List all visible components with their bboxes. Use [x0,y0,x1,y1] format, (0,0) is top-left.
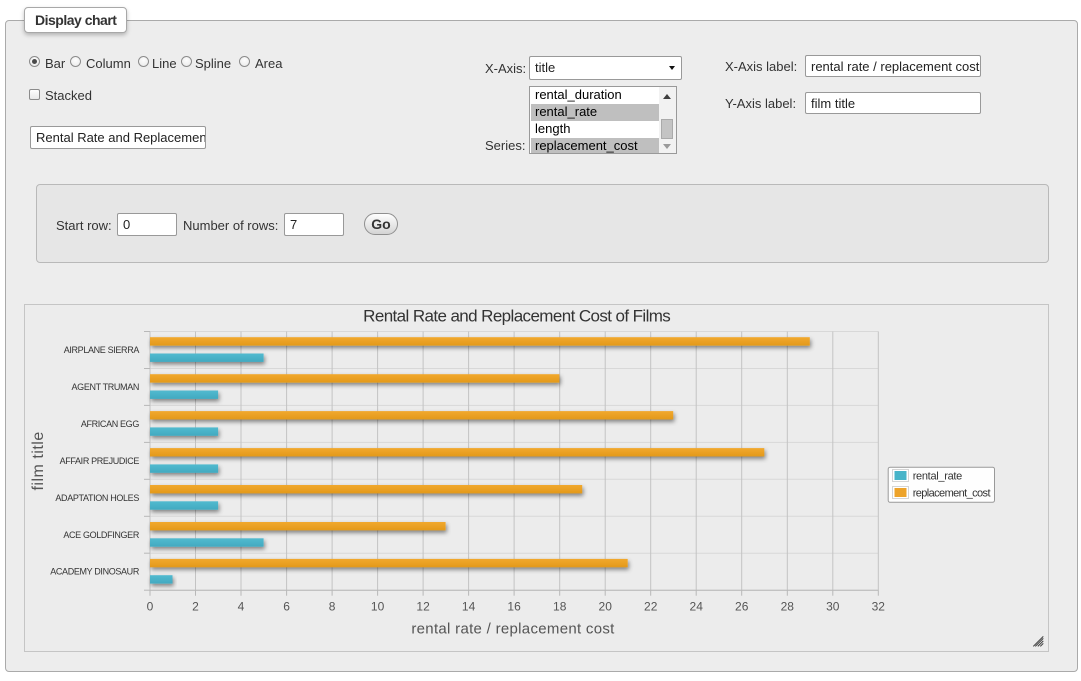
svg-text:22: 22 [644,600,658,614]
svg-text:32: 32 [872,600,886,614]
svg-text:AGENT TRUMAN: AGENT TRUMAN [72,382,139,392]
svg-text:AFFAIR PREJUDICE: AFFAIR PREJUDICE [60,456,140,466]
svg-text:film title: film title [30,431,47,490]
svg-text:Rental Rate and Replacement Co: Rental Rate and Replacement Cost of Film… [363,307,670,326]
svg-text:20: 20 [599,600,613,614]
svg-text:8: 8 [329,600,336,614]
svg-text:rental rate / replacement cost: rental rate / replacement cost [411,621,615,638]
svg-text:30: 30 [826,600,840,614]
svg-text:4: 4 [238,600,245,614]
svg-text:18: 18 [553,600,567,614]
svg-text:10: 10 [371,600,385,614]
svg-text:2: 2 [192,600,199,614]
svg-text:28: 28 [781,600,795,614]
svg-text:ACE GOLDFINGER: ACE GOLDFINGER [63,530,139,540]
svg-text:replacement_cost: replacement_cost [913,488,991,500]
svg-text:26: 26 [735,600,749,614]
svg-text:rental_rate: rental_rate [913,471,962,483]
svg-text:0: 0 [147,600,154,614]
svg-text:6: 6 [283,600,290,614]
svg-text:AFRICAN EGG: AFRICAN EGG [81,419,140,429]
svg-text:14: 14 [462,600,476,614]
svg-text:AIRPLANE SIERRA: AIRPLANE SIERRA [64,345,140,355]
svg-text:16: 16 [507,600,521,614]
svg-text:24: 24 [690,600,704,614]
svg-text:ADAPTATION HOLES: ADAPTATION HOLES [55,493,139,503]
svg-text:ACADEMY DINOSAUR: ACADEMY DINOSAUR [50,567,140,577]
svg-text:12: 12 [416,600,430,614]
